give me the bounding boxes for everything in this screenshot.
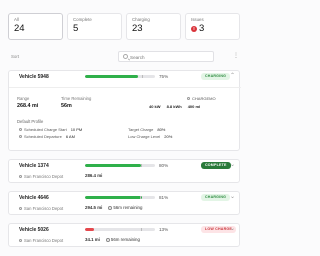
- charge-bar-fill: [85, 228, 95, 231]
- energy-value: 8.8 kWh: [166, 104, 182, 109]
- clock-icon: [105, 237, 110, 242]
- target-marker: [142, 75, 144, 78]
- target-charge: Target Charge 80%: [128, 127, 165, 132]
- status-badge: CHARGING: [201, 73, 231, 80]
- charger-id: CHARGEMO: [187, 96, 216, 101]
- search-input[interactable]: [130, 53, 210, 61]
- search-box[interactable]: [118, 51, 214, 62]
- location-pin-icon: [19, 239, 22, 242]
- location-label: San Francisco Depot: [24, 206, 64, 211]
- summary-stats: All 24 Complete 5 Charging 23 Issues ! 3: [8, 13, 240, 40]
- chevron-down-icon[interactable]: ⌄: [230, 226, 235, 233]
- stat-value: 24: [14, 23, 25, 34]
- toolbar: Sort ⋮: [8, 51, 240, 63]
- chevron-down-icon[interactable]: ⌄: [230, 162, 235, 169]
- target-label: Target Charge: [128, 127, 154, 132]
- status-badge: CHARGING: [201, 194, 231, 201]
- chevron-down-icon[interactable]: ⌄: [230, 194, 235, 201]
- range-row: 34.1 mi 56m remaining: [85, 237, 140, 242]
- more-options-icon[interactable]: ⋮: [233, 52, 239, 60]
- divider: [9, 87, 241, 88]
- charge-bar: [85, 196, 155, 199]
- charge-percent: 13%: [159, 227, 169, 232]
- vehicle-location: San Francisco Depot: [19, 238, 63, 243]
- range-row: 294.5 mi 56m remaining: [85, 205, 142, 210]
- range-value: 294.5 mi: [85, 205, 103, 210]
- range-row: 286.4 mi: [85, 173, 102, 178]
- plug-icon: [187, 97, 190, 100]
- profile-title: Default Profile: [17, 119, 44, 124]
- power-stats: 40 kW 8.8 kWh 400 ml: [149, 104, 200, 109]
- scheduled-charge: Scheduled Charge Start 10 PM: [19, 127, 82, 132]
- clock-icon: [19, 135, 22, 138]
- location-label: San Francisco Depot: [24, 174, 64, 179]
- stat-all[interactable]: All 24: [8, 13, 63, 40]
- time-remaining-text: 56m remaining: [113, 205, 143, 210]
- location-label: San Francisco Depot: [24, 238, 64, 243]
- search-icon: [123, 54, 128, 59]
- charger-label: CHARGEMO: [192, 96, 216, 101]
- range-label: Range: [17, 96, 30, 101]
- vehicle-card-expanded[interactable]: Vehicle 5948 75% CHARGING ⌃ Range 268.4 …: [8, 70, 241, 151]
- stat-charging[interactable]: Charging 23: [126, 13, 181, 40]
- sort-button[interactable]: Sort: [11, 54, 19, 59]
- charge-percent: 81%: [159, 195, 169, 200]
- target-marker: [141, 228, 142, 231]
- vehicle-name: Vehicle 4646: [19, 195, 49, 201]
- stat-issues[interactable]: Issues ! 3: [185, 13, 240, 40]
- vehicle-name: Vehicle 1374: [19, 163, 49, 169]
- location-pin-icon: [19, 207, 22, 210]
- time-remaining-text: 56m remaining: [110, 237, 140, 242]
- target-value: 80%: [157, 127, 166, 132]
- clock-icon: [19, 128, 22, 131]
- charge-percent: 75%: [159, 74, 169, 79]
- range-value: 286.4 mi: [85, 173, 103, 178]
- charge-bar-fill: [85, 196, 142, 199]
- vehicle-name: Vehicle 5026: [19, 227, 49, 233]
- third-value: 400 ml: [187, 104, 201, 109]
- time-value: 56m: [61, 103, 72, 109]
- low-value: 20%: [164, 134, 173, 139]
- sched-charge-label: Scheduled Charge Start: [24, 127, 67, 132]
- charge-bar-fill: [85, 75, 138, 78]
- target-marker: [139, 196, 141, 199]
- vehicle-card[interactable]: Vehicle 5026 San Francisco Depot 13% 34.…: [8, 223, 240, 247]
- charge-bar: [85, 228, 155, 231]
- vehicle-card[interactable]: Vehicle 1374 San Francisco Depot 80% 286…: [8, 159, 240, 183]
- target-marker: [141, 164, 142, 167]
- location-pin-icon: [19, 175, 22, 178]
- power-value: 40 kW: [149, 104, 161, 109]
- stat-value: 3: [199, 23, 205, 34]
- low-label: Low Charge Level: [128, 134, 161, 139]
- time-label: Time Remaining: [61, 96, 92, 101]
- vehicle-card[interactable]: Vehicle 4646 San Francisco Depot 81% 294…: [8, 191, 240, 215]
- stat-value: 5: [73, 23, 79, 34]
- vehicle-location: San Francisco Depot: [19, 174, 63, 179]
- scheduled-departure: Scheduled Departure 6 AM: [19, 134, 75, 139]
- stat-value: 23: [132, 23, 143, 34]
- charge-bar-fill: [85, 164, 141, 167]
- time-remaining: 56m remaining: [108, 205, 142, 210]
- vehicle-location: San Francisco Depot: [19, 206, 63, 211]
- charge-percent: 80%: [159, 163, 169, 168]
- vehicle-name: Vehicle 5948: [19, 74, 49, 80]
- time-remaining: 56m remaining: [105, 237, 140, 242]
- low-charge-level: Low Charge Level 20%: [128, 134, 172, 139]
- status-badge: COMPLETE: [201, 162, 231, 169]
- sched-depart-label: Scheduled Departure: [24, 134, 62, 139]
- clock-icon: [108, 205, 113, 210]
- charge-bar: [85, 164, 155, 167]
- chevron-up-icon[interactable]: ⌃: [230, 73, 235, 80]
- stat-complete[interactable]: Complete 5: [67, 13, 122, 40]
- range-value: 268.4 mi: [17, 103, 39, 109]
- charge-bar: [85, 75, 155, 78]
- stat-value-row: ! 3: [191, 23, 234, 34]
- error-icon: !: [191, 25, 197, 32]
- sched-depart-value: 6 AM: [65, 134, 75, 139]
- sched-charge-value: 10 PM: [70, 127, 83, 132]
- range-value: 34.1 mi: [85, 237, 100, 242]
